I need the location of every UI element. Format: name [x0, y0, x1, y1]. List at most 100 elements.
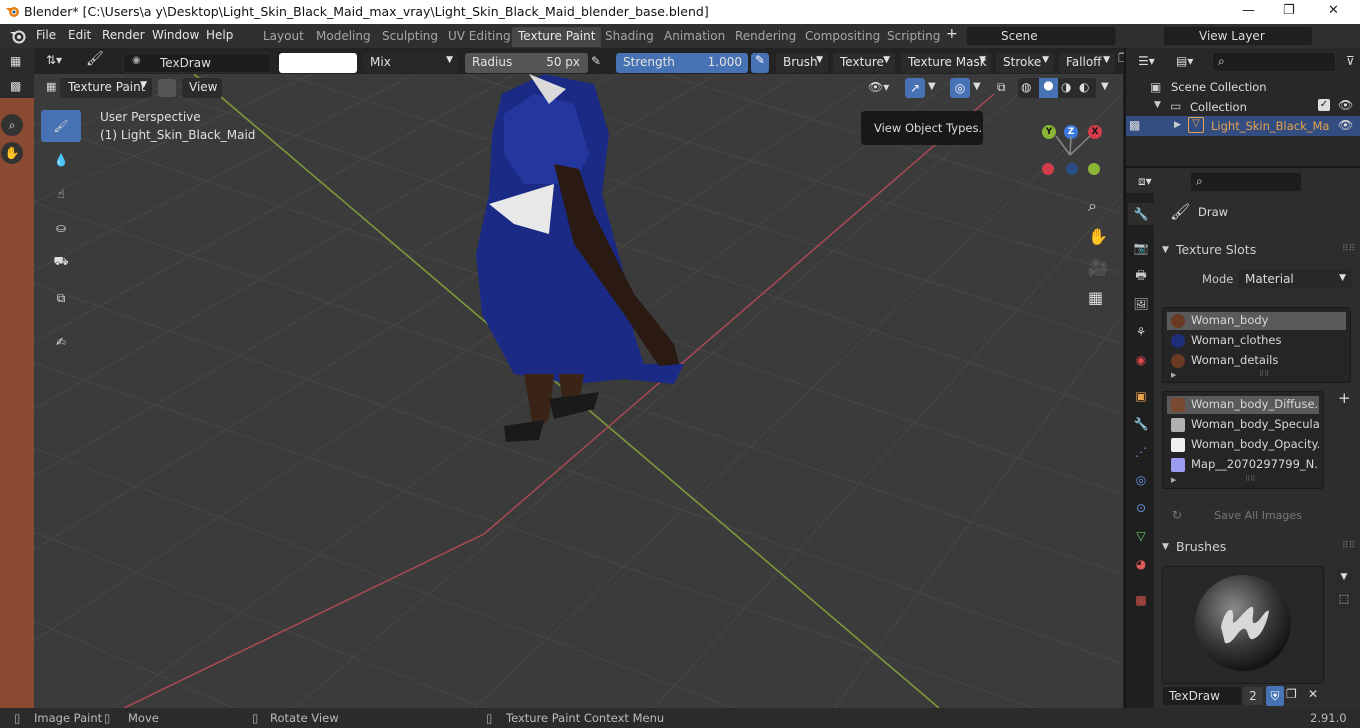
zoom-view-icon[interactable]: ⌕ [1088, 196, 1110, 218]
brush-preview[interactable] [1162, 566, 1324, 684]
tab-shading[interactable]: Shading [599, 27, 660, 47]
gizmo-toggle-icon[interactable]: ↗ [905, 78, 925, 98]
outliner-search[interactable]: ⌕ [1212, 52, 1336, 72]
rendered-shading-icon[interactable]: ◐ [1079, 80, 1089, 94]
material-shading-icon[interactable]: ◑ [1061, 80, 1071, 94]
mode-dropdown[interactable]: Material ▼ [1238, 269, 1352, 289]
list-resize-grip[interactable]: ⠿⠿ [1259, 370, 1269, 378]
collection-checkbox[interactable]: ✓ [1318, 99, 1330, 111]
menu-window[interactable]: Window [152, 28, 199, 42]
material-slot[interactable]: Woman_clothes [1167, 332, 1346, 350]
object-visibility-icon[interactable]: 👁▾ [868, 80, 889, 94]
fake-user-icon[interactable]: ⛨ [1266, 686, 1284, 706]
menu-file[interactable]: File [36, 28, 56, 42]
panel-grip-icon[interactable]: ⠿⠿ [1342, 244, 1355, 254]
shading-dropdown-icon[interactable]: ▼ [1101, 81, 1109, 92]
panel-grip-icon[interactable]: ⠿⠿ [1342, 541, 1355, 551]
render-tab-icon[interactable]: 📷 [1130, 237, 1152, 259]
paint-mask-icon[interactable] [158, 79, 176, 97]
pan-view-icon[interactable]: ✋ [1088, 227, 1110, 249]
clone-tool[interactable]: ⛀ [41, 212, 81, 244]
data-tab-icon[interactable]: ▽ [1130, 525, 1152, 547]
blender-menu-icon[interactable] [9, 28, 26, 44]
solid-shading-icon[interactable]: ● [1039, 78, 1058, 98]
editor-type-icon[interactable]: ▦ [10, 54, 21, 68]
brush-datablock-name[interactable]: TexDraw [1162, 686, 1242, 706]
scene-tab-icon[interactable]: ⚘ [1130, 321, 1152, 343]
properties-search[interactable]: ⌕ [1190, 172, 1302, 192]
smear-tool[interactable]: ☝ [41, 178, 81, 210]
collection-visibility-icon[interactable]: 👁 [1338, 98, 1353, 112]
tab-rendering[interactable]: Rendering [729, 27, 802, 47]
scene-collection-label[interactable]: Scene Collection [1171, 80, 1267, 94]
view-layer-tab-icon[interactable]: 🖼 [1130, 293, 1152, 315]
brush-user-count[interactable]: 2 [1242, 686, 1264, 706]
view-layer-selector[interactable]: View Layer [1163, 26, 1313, 46]
duplicate-brush-icon[interactable]: ❐ [1286, 687, 1297, 701]
outliner-editor-icon[interactable]: ☰▾ [1138, 54, 1155, 68]
falloff-dropdown[interactable]: Falloff ▼ [1059, 53, 1115, 73]
brushes-expand-icon[interactable]: ▼ [1162, 542, 1169, 552]
blend-mode-dropdown[interactable]: Mix ▼ [363, 53, 458, 73]
tab-sculpting[interactable]: Sculpting [376, 27, 444, 47]
material-slot[interactable]: Woman_details [1167, 352, 1346, 370]
tab-compositing[interactable]: Compositing [799, 27, 886, 47]
overlay-dropdown-icon[interactable]: ▼ [973, 81, 981, 92]
menu-render[interactable]: Render [102, 28, 145, 42]
texture-slot[interactable]: Woman_body_Specular... [1167, 416, 1319, 434]
physics-tab-icon[interactable]: ◎ [1130, 469, 1152, 491]
tab-uv-editing[interactable]: UV Editing [442, 27, 517, 47]
pan-icon[interactable]: ✋ [1, 142, 23, 164]
tab-modeling[interactable]: Modeling [310, 27, 377, 47]
draw-tool[interactable]: 🖌 [41, 110, 81, 142]
xray-icon[interactable]: ⧉ [997, 80, 1006, 95]
material-slot[interactable]: Woman_body [1167, 312, 1346, 330]
constraints-tab-icon[interactable]: ⊙ [1130, 497, 1152, 519]
strength-field[interactable]: Strength 1.000 [616, 53, 748, 73]
texture-mask-dropdown[interactable]: Texture Mask ▼ [901, 53, 991, 73]
mask-tool[interactable]: ⧉ [41, 282, 81, 314]
fill-tool[interactable]: ⛟ [41, 246, 81, 278]
wireframe-shading-icon[interactable]: ◍ [1021, 80, 1031, 94]
tab-scripting[interactable]: Scripting [881, 27, 946, 47]
collection-expand-icon[interactable]: ▼ [1154, 100, 1161, 110]
object-expand-icon[interactable]: ▶ [1174, 120, 1181, 130]
save-all-images-button[interactable]: Save All Images [1164, 507, 1352, 525]
brush-name-field[interactable]: TexDraw [123, 53, 271, 73]
radius-pressure-icon[interactable]: ✎ [591, 54, 601, 68]
overlay-toggle-icon[interactable]: ◎ [950, 78, 970, 98]
zoom-icon[interactable]: ⌕ [1, 114, 23, 136]
properties-editor-icon[interactable]: ⧈▾ [1138, 174, 1152, 189]
mode-dropdown[interactable]: Texture Paint ▼ [60, 78, 152, 98]
world-tab-icon[interactable]: ◉ [1130, 349, 1152, 371]
list-expand-icon[interactable]: ▶ [1171, 476, 1176, 484]
texture-slots-expand-icon[interactable]: ▼ [1162, 245, 1169, 255]
annotate-tool[interactable]: ✍ [41, 326, 81, 358]
scene-selector[interactable]: Scene [966, 26, 1116, 46]
brush-image-icon[interactable]: ⬚ [1334, 590, 1354, 608]
brush-dropdown[interactable]: Brush ▼ [776, 53, 828, 73]
tool-tab-icon[interactable]: 🔧 [1128, 203, 1154, 225]
tool-settings-icon[interactable]: ⇅▾ [46, 53, 62, 67]
brushes-header[interactable]: Brushes [1176, 539, 1226, 554]
brush-icon[interactable]: 🖌 [86, 51, 104, 67]
brush-list-dropdown-icon[interactable]: ▼ [1334, 568, 1354, 586]
list-resize-grip[interactable]: ⠿⠿ [1245, 475, 1255, 483]
view-menu[interactable]: View [182, 78, 222, 98]
soften-tool[interactable]: 💧 [41, 144, 81, 176]
menu-help[interactable]: Help [206, 28, 233, 42]
add-texture-button[interactable]: + [1338, 389, 1351, 407]
tab-texture-paint[interactable]: Texture Paint [512, 27, 602, 47]
add-workspace-button[interactable]: + [946, 26, 958, 42]
object-label[interactable]: Light_Skin_Black_Ma [1211, 119, 1329, 133]
texture-slot[interactable]: Woman_body_Diffuse.p... [1167, 396, 1319, 414]
output-tab-icon[interactable]: 🖶 [1130, 265, 1152, 287]
particles-tab-icon[interactable]: ⋰ [1130, 441, 1152, 463]
editor-type-3d-icon[interactable]: ▦ [46, 80, 56, 93]
unlink-brush-icon[interactable]: ✕ [1308, 687, 1318, 701]
tab-animation[interactable]: Animation [658, 27, 731, 47]
material-tab-icon[interactable]: ◕ [1130, 553, 1152, 575]
strength-pressure-icon[interactable]: ✎ [751, 53, 769, 73]
3d-viewport[interactable] [34, 74, 1123, 708]
texture-slot[interactable]: Map__2070297799_N... [1167, 456, 1319, 474]
